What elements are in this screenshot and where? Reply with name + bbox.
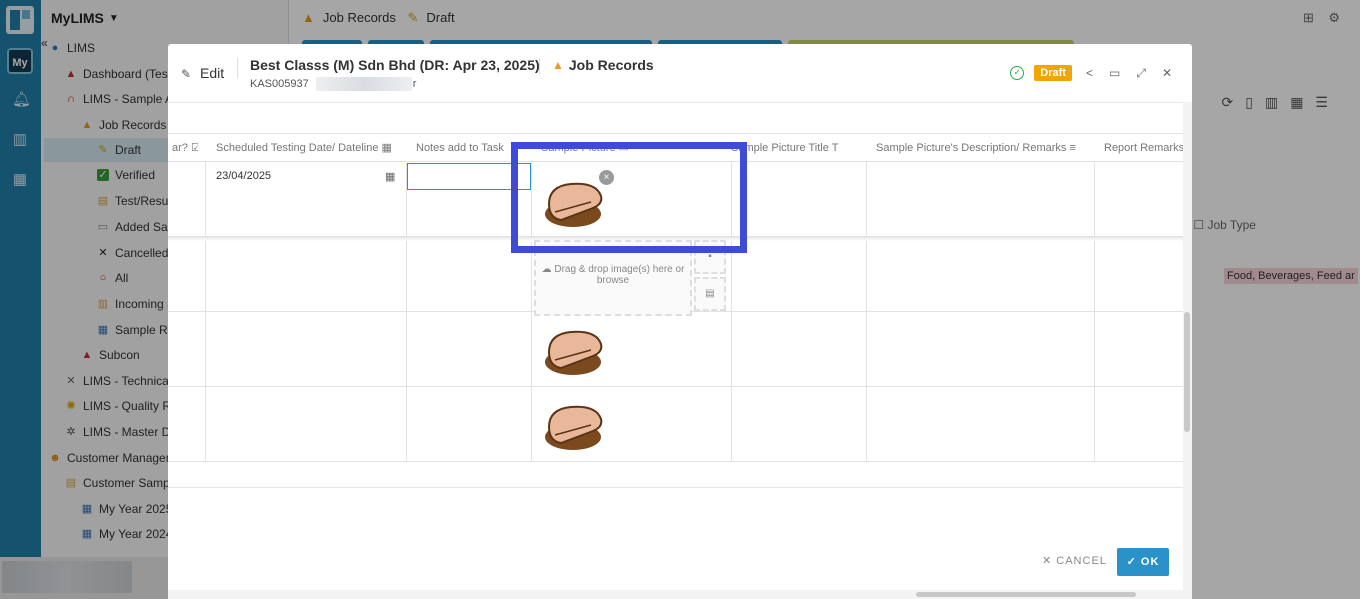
column-header-picture-title[interactable]: Sample Picture Title T bbox=[731, 134, 865, 162]
cancel-button[interactable]: ✕ CANCEL bbox=[1042, 554, 1107, 567]
horizontal-scrollbar[interactable] bbox=[168, 590, 1192, 599]
scheduled-date-value[interactable]: 23/04/2025 bbox=[216, 170, 271, 182]
paste-button[interactable]: ▤ bbox=[694, 277, 726, 311]
close-icon[interactable]: ✕ bbox=[1162, 66, 1172, 80]
lines-icon: ≡ bbox=[1069, 142, 1076, 154]
expand-icon[interactable]: ⤢ bbox=[1136, 66, 1146, 81]
modal-header: ✎ Edit Best Classs (M) Sdn Bhd (DR: Apr 2… bbox=[168, 44, 1192, 102]
comment-icon[interactable]: ▭ bbox=[1109, 66, 1120, 80]
job-records-link[interactable]: ▲ Job Records bbox=[552, 57, 654, 73]
table-row[interactable] bbox=[168, 312, 1183, 387]
cloud-upload-icon: ☁ bbox=[541, 264, 552, 275]
scroll-thumb[interactable] bbox=[916, 592, 1136, 597]
edit-label: ✎ Edit bbox=[181, 65, 225, 81]
vertical-scrollbar[interactable] bbox=[1183, 102, 1192, 592]
divider bbox=[168, 102, 1192, 103]
column-header-report-remarks[interactable]: Report Remarks bbox=[1094, 134, 1184, 162]
calendar-icon: ▦ bbox=[381, 142, 392, 154]
text-icon: T bbox=[831, 142, 839, 154]
calendar-icon[interactable]: ▦ bbox=[385, 170, 395, 183]
annotation-highlight-box bbox=[511, 142, 747, 253]
edit-modal: ✎ Edit Best Classs (M) Sdn Bhd (DR: Apr 2… bbox=[168, 44, 1192, 599]
redacted-text bbox=[316, 77, 412, 91]
flask-icon: ▲ bbox=[552, 58, 564, 72]
modal-actions: ✓ Draft < ▭ ⤢ ✕ bbox=[1010, 65, 1172, 81]
verified-check-icon: ✓ bbox=[1010, 66, 1025, 80]
share-icon[interactable]: < bbox=[1086, 66, 1093, 80]
status-badge: Draft bbox=[1034, 65, 1072, 81]
modal-title: Best Classs (M) Sdn Bhd (DR: Apr 23, 202… bbox=[250, 57, 540, 73]
table-row[interactable] bbox=[168, 387, 1183, 462]
app-root: My 🔔︎ ▥ ▦ MyLIMS ▼ « ● LIMS ▲ Dashboard (T… bbox=[0, 0, 1360, 599]
scroll-thumb[interactable] bbox=[1184, 312, 1190, 432]
divider bbox=[237, 58, 238, 78]
column-header[interactable]: ar? ☑ bbox=[168, 134, 198, 162]
divider bbox=[168, 487, 1183, 488]
column-header-picture-description[interactable]: Sample Picture's Description/ Remarks ≡ bbox=[866, 134, 1094, 162]
bread-thumbnail[interactable] bbox=[541, 322, 611, 380]
divider bbox=[539, 58, 540, 74]
ok-button[interactable]: ✓ OK bbox=[1117, 548, 1169, 576]
bread-thumbnail[interactable] bbox=[541, 397, 611, 455]
edit-icon: ✎ bbox=[181, 66, 192, 81]
column-header-scheduled-date[interactable]: Scheduled Testing Date/ Dateline ▦ bbox=[206, 134, 406, 162]
